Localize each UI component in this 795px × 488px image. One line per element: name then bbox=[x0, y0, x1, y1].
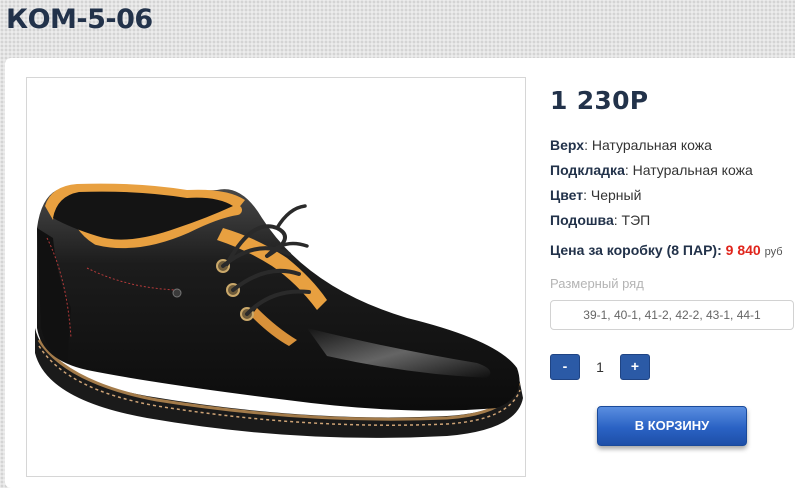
add-to-cart-button[interactable]: В КОРЗИНУ bbox=[597, 406, 747, 446]
spec-list: Верх: Натуральная кожа Подкладка: Натура… bbox=[550, 138, 753, 238]
spec-row-lining: Подкладка: Натуральная кожа bbox=[550, 162, 753, 178]
spec-value-color: Черный bbox=[590, 187, 642, 203]
size-range-label: Размерный ряд bbox=[550, 276, 644, 291]
quantity-plus-button[interactable]: + bbox=[620, 354, 650, 380]
spec-row-sole: Подошва: ТЭП bbox=[550, 212, 651, 228]
product-title: КОМ-5-06 bbox=[6, 4, 153, 35]
box-price-value: 9 840 bbox=[725, 242, 761, 258]
spec-value-sole: ТЭП bbox=[621, 212, 651, 228]
spec-value-upper: Натуральная кожа bbox=[591, 137, 712, 153]
spec-value-lining: Натуральная кожа bbox=[632, 162, 753, 178]
product-price: 1 230Р bbox=[550, 86, 649, 115]
size-range-field[interactable]: 39-1, 40-1, 41-2, 42-2, 43-1, 44-1 bbox=[550, 300, 794, 330]
shoe-image bbox=[35, 183, 523, 438]
spec-key-sole: Подошва bbox=[550, 212, 614, 228]
spec-key-color: Цвет bbox=[550, 187, 584, 203]
quantity-minus-button[interactable]: - bbox=[550, 354, 580, 380]
spec-row-color: Цвет: Черный bbox=[550, 187, 642, 203]
spec-row-upper: Верх: Натуральная кожа bbox=[550, 137, 712, 153]
spec-key-upper: Верх bbox=[550, 137, 585, 153]
spec-key-lining: Подкладка bbox=[550, 162, 625, 178]
product-photo[interactable] bbox=[26, 77, 526, 477]
quantity-value[interactable]: 1 bbox=[580, 354, 620, 380]
box-price-currency: руб bbox=[764, 246, 783, 258]
box-price: Цена за коробку (8 ПАР): 9 840 руб bbox=[550, 242, 783, 258]
box-price-label: Цена за коробку (8 ПАР): bbox=[550, 242, 722, 258]
